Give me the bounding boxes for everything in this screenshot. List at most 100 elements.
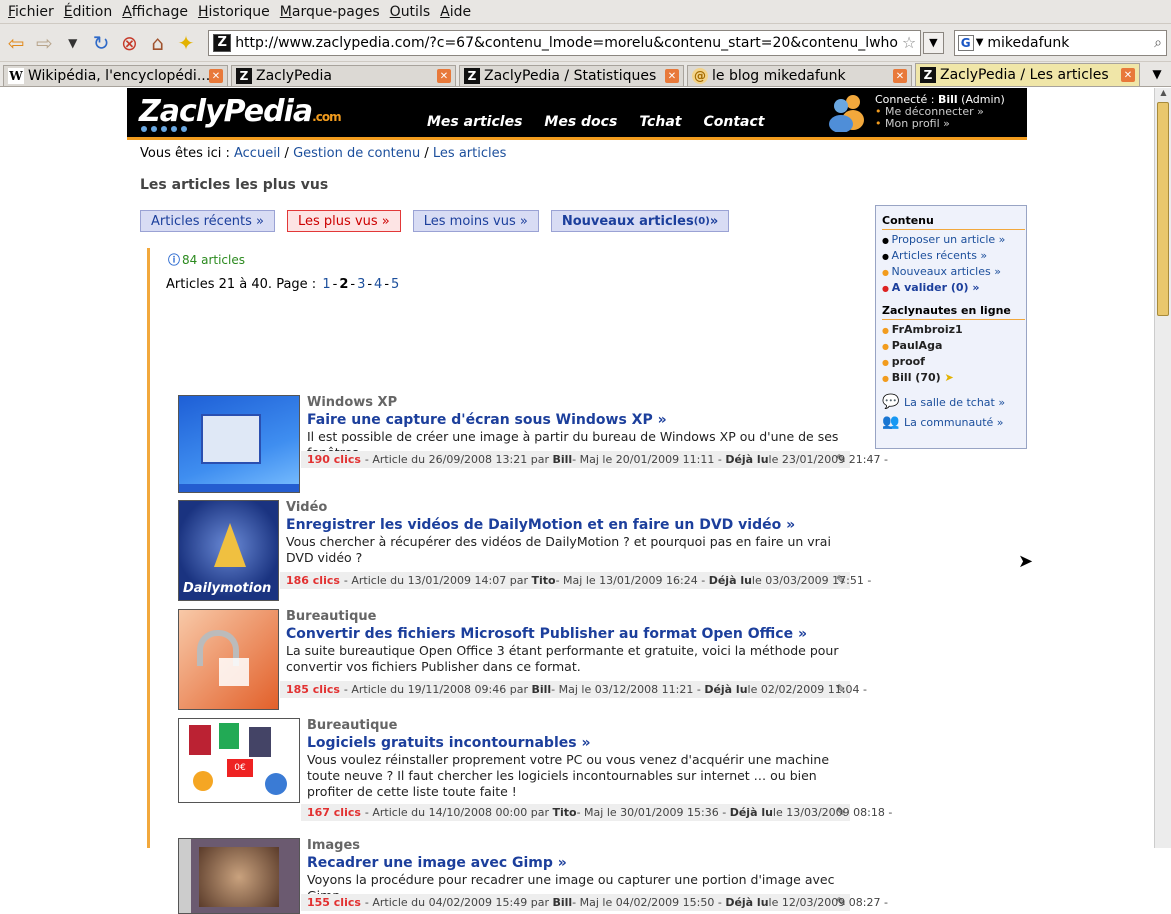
menu-item[interactable]: Édition (64, 4, 112, 20)
forward-arrow-icon[interactable]: ⇨ (32, 30, 56, 56)
article-description: Vous chercher à récupérer des vidéos de … (286, 534, 831, 565)
menu-item[interactable]: Aide (440, 4, 471, 20)
page-link-4[interactable]: 4 (374, 277, 382, 292)
menu-item[interactable]: Historique (198, 4, 270, 20)
tab-close-icon[interactable]: ✕ (437, 69, 451, 83)
profile-link[interactable]: Mon profil » (875, 118, 1005, 130)
menu-item[interactable]: Fichier (8, 4, 54, 20)
article-title-link[interactable]: Faire une capture d'écran sous Windows X… (307, 412, 667, 428)
scrollbar-thumb[interactable] (1157, 102, 1169, 316)
url-bar[interactable]: Z http://www.zaclypedia.com/?c=67&conten… (208, 29, 921, 56)
nav-tchat[interactable]: Tchat (639, 114, 681, 130)
edit-icon[interactable]: ✎ (836, 805, 846, 819)
article-author: Tito (531, 574, 556, 587)
tab-2[interactable]: Z ZaclyPedia / Statistiques ✕ (459, 65, 684, 86)
menu-item[interactable]: Affichage (122, 4, 188, 20)
stop-icon[interactable]: ⊗ (117, 30, 141, 56)
breadcrumb-gestion[interactable]: Gestion de contenu (293, 146, 420, 161)
article-meta: 186 clics - Article du 13/01/2009 14:07 … (280, 572, 871, 589)
filter-least-viewed-button[interactable]: Les moins vus » (412, 210, 539, 232)
tab-close-icon[interactable]: ✕ (1121, 68, 1135, 82)
tab-3[interactable]: @ le blog mikedafunk ✕ (687, 65, 912, 86)
page-link-3[interactable]: 3 (357, 277, 365, 292)
article-title-link[interactable]: Logiciels gratuits incontournables » (307, 735, 591, 751)
article-item: Dailymotion Vidéo Enregistrer les vidéos d… (178, 500, 871, 601)
article-updated: - Maj le 30/01/2009 15:36 - (576, 806, 727, 819)
article-clicks: 186 clics (286, 574, 340, 587)
reload-icon[interactable]: ↻ (89, 30, 113, 56)
filter-new-button[interactable]: Nouveaux articles (0) » (550, 210, 730, 232)
community-link-label: La communauté » (904, 415, 1004, 429)
page-scrollbar[interactable]: ▲ (1154, 88, 1171, 848)
search-box[interactable]: G ▼ mikedafunk ⌕ (953, 29, 1168, 56)
tab-close-icon[interactable]: ✕ (893, 69, 907, 83)
article-thumbnail[interactable] (178, 395, 300, 493)
sidebar-propose-link[interactable]: Proposer un article » (882, 232, 1026, 248)
search-input[interactable]: mikedafunk (983, 35, 1154, 51)
online-user-name: Bill (70) (891, 371, 941, 384)
article-title-link[interactable]: Recadrer une image avec Gimp » (307, 855, 567, 871)
breadcrumb-accueil[interactable]: Accueil (234, 146, 280, 161)
edit-icon[interactable]: ✎ (836, 452, 846, 466)
article-clicks: 167 clics (307, 806, 361, 819)
filter-recent-button[interactable]: Articles récents » (140, 210, 276, 232)
menu-item[interactable]: Marque-pages (280, 4, 380, 20)
home-icon[interactable]: ⌂ (146, 30, 170, 56)
search-icon[interactable]: ⌕ (1154, 35, 1162, 51)
tab-4[interactable]: Z ZaclyPedia / Les articles ✕ (915, 63, 1140, 86)
url-dropdown-icon[interactable]: ▼ (922, 31, 944, 54)
page-link-1[interactable]: 1 (322, 277, 330, 292)
engine-dropdown-icon[interactable]: ▼ (976, 37, 984, 48)
tab-list-icon[interactable]: ▼ (1147, 67, 1167, 81)
article-title-link[interactable]: Convertir des fichiers Microsoft Publish… (286, 626, 807, 642)
tab-close-icon[interactable]: ✕ (665, 69, 679, 83)
back-arrow-icon[interactable]: ⇦ (4, 30, 28, 56)
chat-link[interactable]: 💬 La salle de tchat » (882, 394, 1026, 410)
dailymotion-label: Dailymotion (183, 581, 272, 596)
article-title-link[interactable]: Enregistrer les vidéos de DailyMotion et… (286, 517, 795, 533)
google-engine-icon[interactable]: G (957, 34, 974, 51)
trophy-icon: ➤ (944, 371, 954, 384)
tab-0[interactable]: W Wikipédia, l'encyclopédi... ✕ (3, 65, 228, 86)
bookmark-page-icon[interactable]: ☆ (898, 33, 920, 52)
page-title: Les articles les plus vus (140, 177, 329, 193)
edit-icon[interactable]: ✎ (836, 573, 846, 587)
community-link[interactable]: 👥 La communauté » (882, 414, 1026, 430)
breadcrumb-articles[interactable]: Les articles (433, 146, 506, 161)
article-thumbnail[interactable] (178, 609, 279, 710)
tab-1[interactable]: Z ZaclyPedia ✕ (231, 65, 456, 86)
online-user[interactable]: Bill (70) ➤ (882, 370, 1026, 386)
site-banner: ZaclyPedia.com Mes articles Mes docs Tch… (127, 88, 1027, 140)
edit-icon[interactable]: ✎ (836, 895, 846, 909)
chat-bubbles-icon: 💬 (882, 394, 900, 410)
menu-item[interactable]: Outils (390, 4, 430, 20)
article-thumbnail[interactable] (178, 838, 300, 914)
nav-mes-articles[interactable]: Mes articles (427, 114, 522, 130)
scroll-up-icon[interactable]: ▲ (1155, 88, 1171, 100)
article-category: Windows XP (307, 395, 398, 410)
site-logo[interactable]: ZaclyPedia.com (139, 94, 342, 129)
online-user[interactable]: PaulAga (882, 338, 1026, 354)
article-thumbnail[interactable]: Dailymotion (178, 500, 279, 601)
article-read-date: le 13/03/2009 08:18 - (772, 806, 893, 819)
count-text: 84 articles (182, 253, 245, 267)
history-dropdown-icon[interactable]: ▼ (61, 30, 85, 56)
sidebar-recent-link[interactable]: Articles récents » (882, 248, 1026, 264)
sidebar-validate-link[interactable]: A valider (0) » (882, 280, 1026, 296)
page-link-5[interactable]: 5 (391, 277, 399, 292)
online-user[interactable]: FrAmbroiz1 (882, 322, 1026, 338)
nav-contact[interactable]: Contact (703, 114, 764, 130)
article-clicks: 155 clics (307, 896, 361, 909)
article-date: - Article du 04/02/2009 15:49 par (364, 896, 549, 909)
bookmark-star-icon[interactable]: ✦ (174, 30, 198, 56)
edit-icon[interactable]: ✎ (836, 682, 846, 696)
url-text[interactable]: http://www.zaclypedia.com/?c=67&contenu_… (235, 35, 898, 51)
article-item: Images Recadrer une image avec Gimp » Voyo… (178, 838, 888, 914)
online-user[interactable]: proof (882, 354, 1026, 370)
sidebar-new-link[interactable]: Nouveaux articles » (882, 264, 1026, 280)
article-thumbnail[interactable]: 0€ (178, 718, 300, 803)
tab-close-icon[interactable]: ✕ (209, 69, 223, 83)
filter-most-viewed-button[interactable]: Les plus vus » (287, 210, 401, 232)
article-item: 0€ Bureautique Logiciels gratuits incontou… (178, 718, 892, 822)
nav-mes-docs[interactable]: Mes docs (544, 114, 617, 130)
